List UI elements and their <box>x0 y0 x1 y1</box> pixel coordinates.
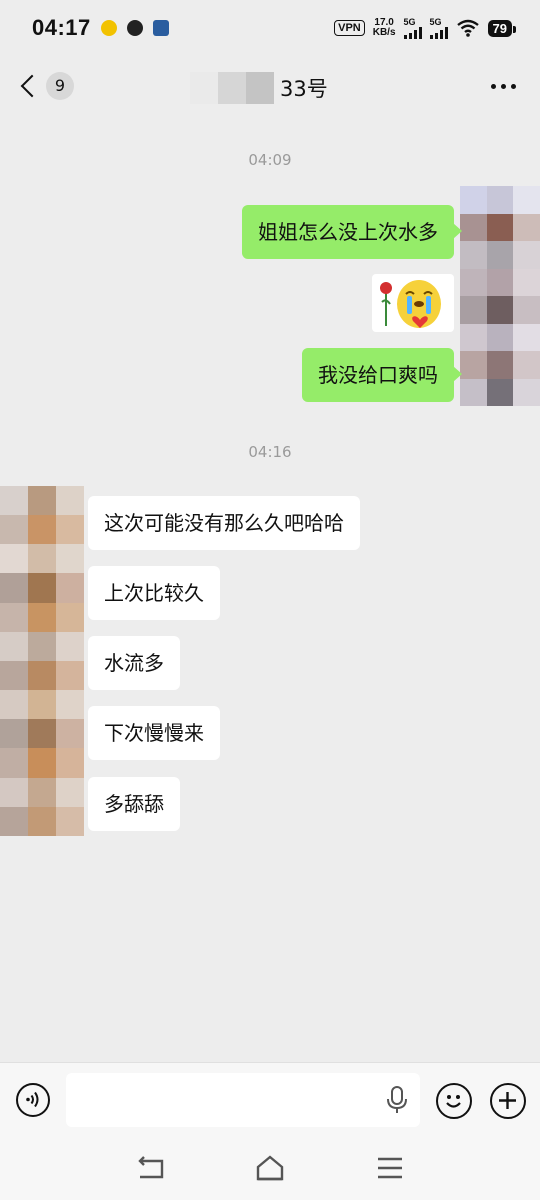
status-bar: 04:17 VPN 17.0 KB/s 5G 5G 79 <box>0 0 540 56</box>
system-nav-bar <box>0 1136 540 1200</box>
home-icon[interactable] <box>255 1155 285 1181</box>
blurred-name <box>190 72 274 104</box>
status-time: 04:17 <box>32 15 91 40</box>
app-notification-icon <box>100 20 117 36</box>
chat-title-area[interactable]: 33号 <box>190 72 328 104</box>
message-bubble-received[interactable]: 下次慢慢来 <box>88 706 220 760</box>
message-bubble-received[interactable]: 多舔舔 <box>88 777 180 831</box>
timestamp: 04:09 <box>248 151 292 169</box>
message-bubble-received[interactable]: 水流多 <box>88 636 180 690</box>
message-bubble-sent[interactable]: 我没给口爽吗 <box>302 348 462 402</box>
vpn-badge: VPN <box>334 20 365 36</box>
message-input[interactable] <box>66 1073 420 1127</box>
wifi-icon <box>456 19 479 37</box>
back-button[interactable]: 9 <box>16 72 74 100</box>
battery-indicator: 79 <box>487 19 517 37</box>
app-notification-icon-2 <box>152 20 169 36</box>
my-avatar[interactable] <box>460 186 540 406</box>
timestamp: 04:16 <box>248 443 292 461</box>
net-speed: 17.0 KB/s <box>372 17 396 38</box>
chat-header: 9 33号 <box>0 60 540 116</box>
chevron-left-icon <box>20 74 44 98</box>
microphone-icon[interactable] <box>386 1085 408 1115</box>
input-bar <box>0 1062 540 1137</box>
signal-1-icon: 5G <box>403 17 422 39</box>
crying-sticker-icon[interactable] <box>372 274 454 332</box>
signal-2-icon: 5G <box>429 17 448 39</box>
more-options-icon[interactable] <box>491 84 516 89</box>
qq-notification-icon <box>126 20 143 36</box>
unread-count-badge: 9 <box>46 72 74 100</box>
message-bubble-sent[interactable]: 姐姐怎么没上次水多 <box>242 205 462 259</box>
nav-back-icon[interactable] <box>136 1155 166 1181</box>
emoji-icon[interactable] <box>436 1083 472 1119</box>
chat-title: 33号 <box>280 77 328 101</box>
message-bubble-received[interactable]: 上次比较久 <box>88 566 220 620</box>
menu-icon[interactable] <box>376 1156 404 1180</box>
contact-avatar[interactable] <box>0 486 84 836</box>
voice-icon[interactable] <box>16 1083 50 1117</box>
message-bubble-received[interactable]: 这次可能没有那么久吧哈哈 <box>88 496 360 550</box>
plus-icon[interactable] <box>490 1083 526 1119</box>
